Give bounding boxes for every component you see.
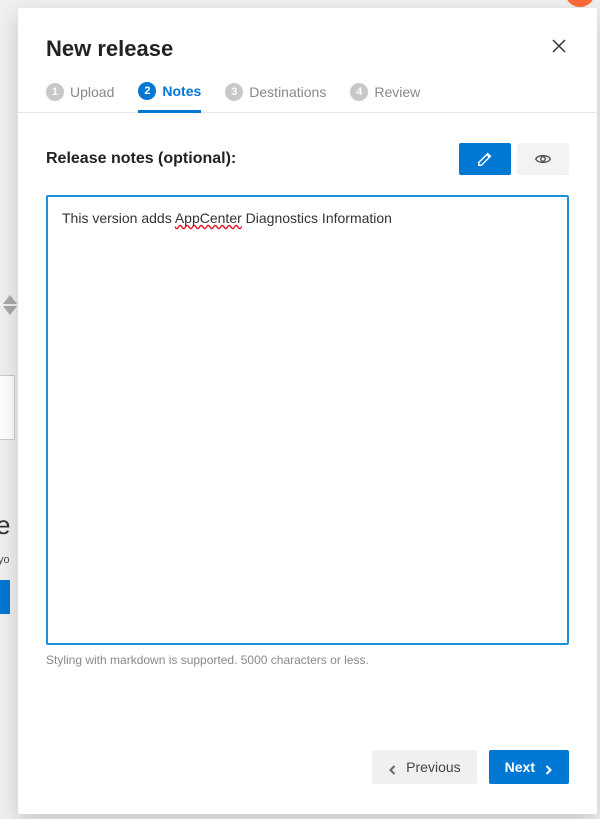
step-label: Upload <box>70 84 114 100</box>
release-notes-label: Release notes (optional): <box>46 150 236 168</box>
bg-avatar-fragment <box>565 0 595 7</box>
pencil-icon <box>476 150 494 168</box>
step-destinations[interactable]: 3 Destinations <box>225 82 326 112</box>
close-button[interactable] <box>549 36 569 56</box>
next-button[interactable]: Next <box>489 750 569 784</box>
eye-icon <box>534 150 552 168</box>
step-notes[interactable]: 2 Notes <box>138 82 201 113</box>
step-number: 3 <box>225 83 243 101</box>
step-upload[interactable]: 1 Upload <box>46 82 114 112</box>
bg-blue-button <box>0 580 10 614</box>
step-label: Notes <box>162 83 201 99</box>
previous-button[interactable]: Previous <box>372 750 476 784</box>
notes-text-prefix: This version adds <box>62 210 175 226</box>
previous-label: Previous <box>406 759 460 775</box>
bg-sub: yo <box>0 554 10 566</box>
step-review[interactable]: 4 Review <box>350 82 420 112</box>
step-label: Review <box>374 84 420 100</box>
step-number: 1 <box>46 83 64 101</box>
wizard-stepper: 1 Upload 2 Notes 3 Destinations 4 Review <box>18 62 597 113</box>
next-label: Next <box>505 759 535 775</box>
step-label: Destinations <box>249 84 326 100</box>
notes-text-suffix: Diagnostics Information <box>242 210 392 226</box>
preview-mode-button[interactable] <box>517 143 569 175</box>
chevron-right-icon <box>543 762 553 772</box>
new-release-dialog: New release 1 Upload 2 Notes 3 Destinati… <box>18 8 597 814</box>
dialog-title: New release <box>46 36 173 62</box>
notes-text-spellcheck: AppCenter <box>175 210 242 226</box>
bg-box <box>0 375 15 440</box>
chevron-left-icon <box>388 762 398 772</box>
step-number: 2 <box>138 82 156 100</box>
bg-sort-icon <box>0 280 20 330</box>
close-icon <box>551 38 567 54</box>
release-notes-textarea[interactable]: This version adds AppCenter Diagnostics … <box>46 195 569 645</box>
bg-letter: e <box>0 510 10 541</box>
helper-text: Styling with markdown is supported. 5000… <box>46 653 569 667</box>
step-number: 4 <box>350 83 368 101</box>
edit-mode-button[interactable] <box>459 143 511 175</box>
